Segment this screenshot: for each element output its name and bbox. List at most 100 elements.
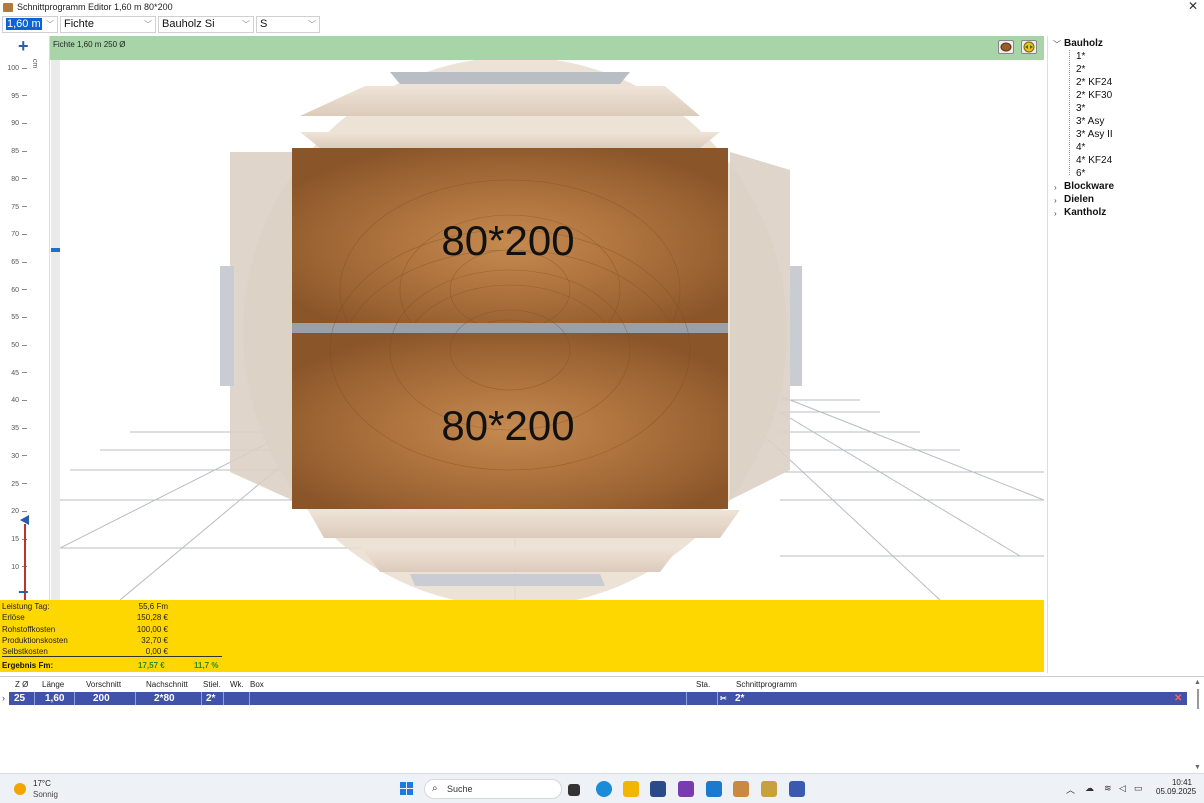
stat-value: 150,28 € bbox=[136, 613, 168, 622]
cell-z[interactable]: 25 bbox=[14, 692, 25, 705]
tree-item[interactable]: 6* bbox=[1076, 168, 1085, 179]
grade-select[interactable]: S ﹀ bbox=[256, 16, 320, 33]
tree-item[interactable]: 2* KF30 bbox=[1076, 90, 1112, 101]
explorer-icon[interactable] bbox=[623, 781, 639, 797]
cut-viewport[interactable]: 80*200 80*200 bbox=[60, 60, 1044, 600]
length-select[interactable]: 1,60 m ﹀ bbox=[2, 16, 58, 33]
chevron-down-icon: ﹀ bbox=[46, 20, 54, 29]
diameter-slider-handle[interactable] bbox=[20, 515, 29, 525]
stat-label: Produktionskosten bbox=[2, 636, 68, 645]
cut-icon[interactable]: ✂ bbox=[720, 692, 727, 705]
wood-select[interactable]: Fichte ﹀ bbox=[60, 16, 156, 33]
close-button[interactable]: ✕ bbox=[1188, 0, 1198, 13]
scale-tick-label: 85 bbox=[11, 148, 19, 156]
scale-tick-label: 20 bbox=[11, 508, 19, 516]
chevron-up-icon[interactable]: ︿ bbox=[1066, 783, 1075, 796]
cloud-icon[interactable]: ☁ bbox=[1085, 783, 1094, 794]
tree-item[interactable]: 3* bbox=[1076, 103, 1085, 114]
scale-tick-label: 35 bbox=[11, 425, 19, 433]
col-header[interactable]: Wk. bbox=[230, 680, 244, 689]
log-view-button[interactable] bbox=[998, 40, 1014, 54]
result-row: Ergebnis Fm: 17,57 € 11,7 % bbox=[2, 661, 222, 670]
swap-view-button[interactable] bbox=[1021, 40, 1037, 54]
scale-tick: 40 bbox=[4, 397, 44, 404]
col-header[interactable]: Box bbox=[250, 680, 264, 689]
scale-tick: 25 bbox=[4, 481, 44, 488]
cell-programm[interactable]: 2* bbox=[735, 692, 744, 705]
cell-vorschnitt[interactable]: 200 bbox=[93, 692, 110, 705]
zoom-in-button[interactable]: + bbox=[18, 36, 29, 57]
app-icon[interactable] bbox=[789, 781, 805, 797]
cell-laenge[interactable]: 1,60 bbox=[45, 692, 64, 705]
tree-group-kantholz[interactable]: Kantholz bbox=[1064, 207, 1106, 218]
app-icon[interactable] bbox=[706, 781, 722, 797]
scale-tick: 45 bbox=[4, 370, 44, 377]
table-row[interactable]: 25 1,60 200 2*80 2* ✂ 2* ✕ bbox=[9, 692, 1187, 705]
scale-tick: 60 bbox=[4, 287, 44, 294]
scale-tick: 100 bbox=[4, 65, 44, 72]
view-scrollbar[interactable] bbox=[51, 60, 62, 600]
scale-tick-label: 80 bbox=[11, 175, 19, 183]
col-header[interactable]: Länge bbox=[42, 680, 64, 689]
view-header: Fichte 1,60 m 250 Ø bbox=[50, 36, 1044, 60]
diameter-scale[interactable]: + cm 100 95 90 85 80 75 70 65 60 55 50 45 40 35 30 25 20… bbox=[0, 36, 50, 613]
col-header[interactable]: Z Ø bbox=[15, 680, 28, 689]
stat-value: 0,00 € bbox=[145, 647, 168, 656]
delete-icon[interactable]: ✕ bbox=[1174, 692, 1182, 705]
taskview-icon[interactable] bbox=[568, 784, 580, 796]
sun-icon[interactable] bbox=[14, 783, 26, 795]
tree-group-bauholz[interactable]: Bauholz bbox=[1064, 38, 1103, 49]
grid-scrollbar[interactable]: ▲ ▼ bbox=[1194, 679, 1202, 771]
scale-tick-label: 75 bbox=[11, 203, 19, 211]
tree-item[interactable]: 3* Asy II bbox=[1076, 129, 1113, 140]
col-header[interactable]: Vorschnitt bbox=[86, 680, 121, 689]
scale-tick-label: 65 bbox=[11, 258, 19, 266]
tree-item[interactable]: 2* KF24 bbox=[1076, 77, 1112, 88]
tree-group-blockware[interactable]: Blockware bbox=[1064, 181, 1114, 192]
weather-temp[interactable]: 17°C bbox=[33, 779, 51, 788]
cell-stiel[interactable]: 2* bbox=[206, 692, 215, 705]
scale-tick-label: 10 bbox=[11, 563, 19, 571]
chevron-down-icon: ﹀ bbox=[242, 20, 250, 29]
col-header[interactable]: Stiel. bbox=[203, 680, 221, 689]
wifi-icon[interactable]: ≋ bbox=[1104, 783, 1112, 794]
chevron-right-icon[interactable]: › bbox=[1054, 183, 1057, 192]
volume-icon[interactable]: ◁ bbox=[1119, 783, 1126, 794]
log-icon bbox=[1000, 42, 1012, 52]
tree-item[interactable]: 1* bbox=[1076, 51, 1085, 62]
chevron-down-icon[interactable]: ﹀ bbox=[1053, 39, 1061, 50]
app-icon[interactable] bbox=[761, 781, 777, 797]
stat-label: Selbstkosten bbox=[2, 647, 48, 656]
scale-tick-label: 15 bbox=[11, 535, 19, 543]
tree-item[interactable]: 4* KF24 bbox=[1076, 155, 1112, 166]
chevron-right-icon[interactable]: › bbox=[1054, 196, 1057, 205]
chevron-right-icon[interactable]: › bbox=[1054, 209, 1057, 218]
category-select[interactable]: Bauholz Si ﹀ bbox=[158, 16, 254, 33]
tree-group-dielen[interactable]: Dielen bbox=[1064, 194, 1094, 205]
scale-tick-label: 95 bbox=[11, 92, 19, 100]
cell-nachschnitt[interactable]: 2*80 bbox=[154, 692, 175, 705]
tree-item[interactable]: 3* Asy bbox=[1076, 116, 1104, 127]
col-header[interactable]: Sta. bbox=[696, 680, 710, 689]
stat-row: Erlöse 150,28 € bbox=[2, 613, 222, 622]
clock[interactable]: 10:41 05.09.2025 bbox=[1156, 778, 1196, 796]
scale-tick-label: 25 bbox=[11, 480, 19, 488]
battery-icon[interactable]: ▭ bbox=[1134, 783, 1143, 794]
app-icon[interactable] bbox=[678, 781, 694, 797]
wood-value: Fichte bbox=[64, 18, 94, 30]
col-header[interactable]: Schnittprogramm bbox=[736, 680, 797, 689]
editor-app-icon[interactable] bbox=[733, 781, 749, 797]
tree-item[interactable]: 4* bbox=[1076, 142, 1085, 153]
col-header[interactable]: Nachschnitt bbox=[146, 680, 188, 689]
board-label-lower: 80*200 bbox=[441, 402, 574, 449]
scale-tick-label: 60 bbox=[11, 286, 19, 294]
store-icon[interactable] bbox=[650, 781, 666, 797]
edge-icon[interactable] bbox=[596, 781, 612, 797]
weather-desc[interactable]: Sonnig bbox=[33, 790, 58, 799]
scale-tick-label: 90 bbox=[11, 120, 19, 128]
start-button[interactable] bbox=[400, 782, 414, 796]
stat-value: 55,6 Fm bbox=[138, 602, 168, 611]
scale-tick: 95 bbox=[4, 93, 44, 100]
tree-item[interactable]: 2* bbox=[1076, 64, 1085, 75]
taskbar-search[interactable]: ⌕ Suche bbox=[424, 779, 562, 799]
